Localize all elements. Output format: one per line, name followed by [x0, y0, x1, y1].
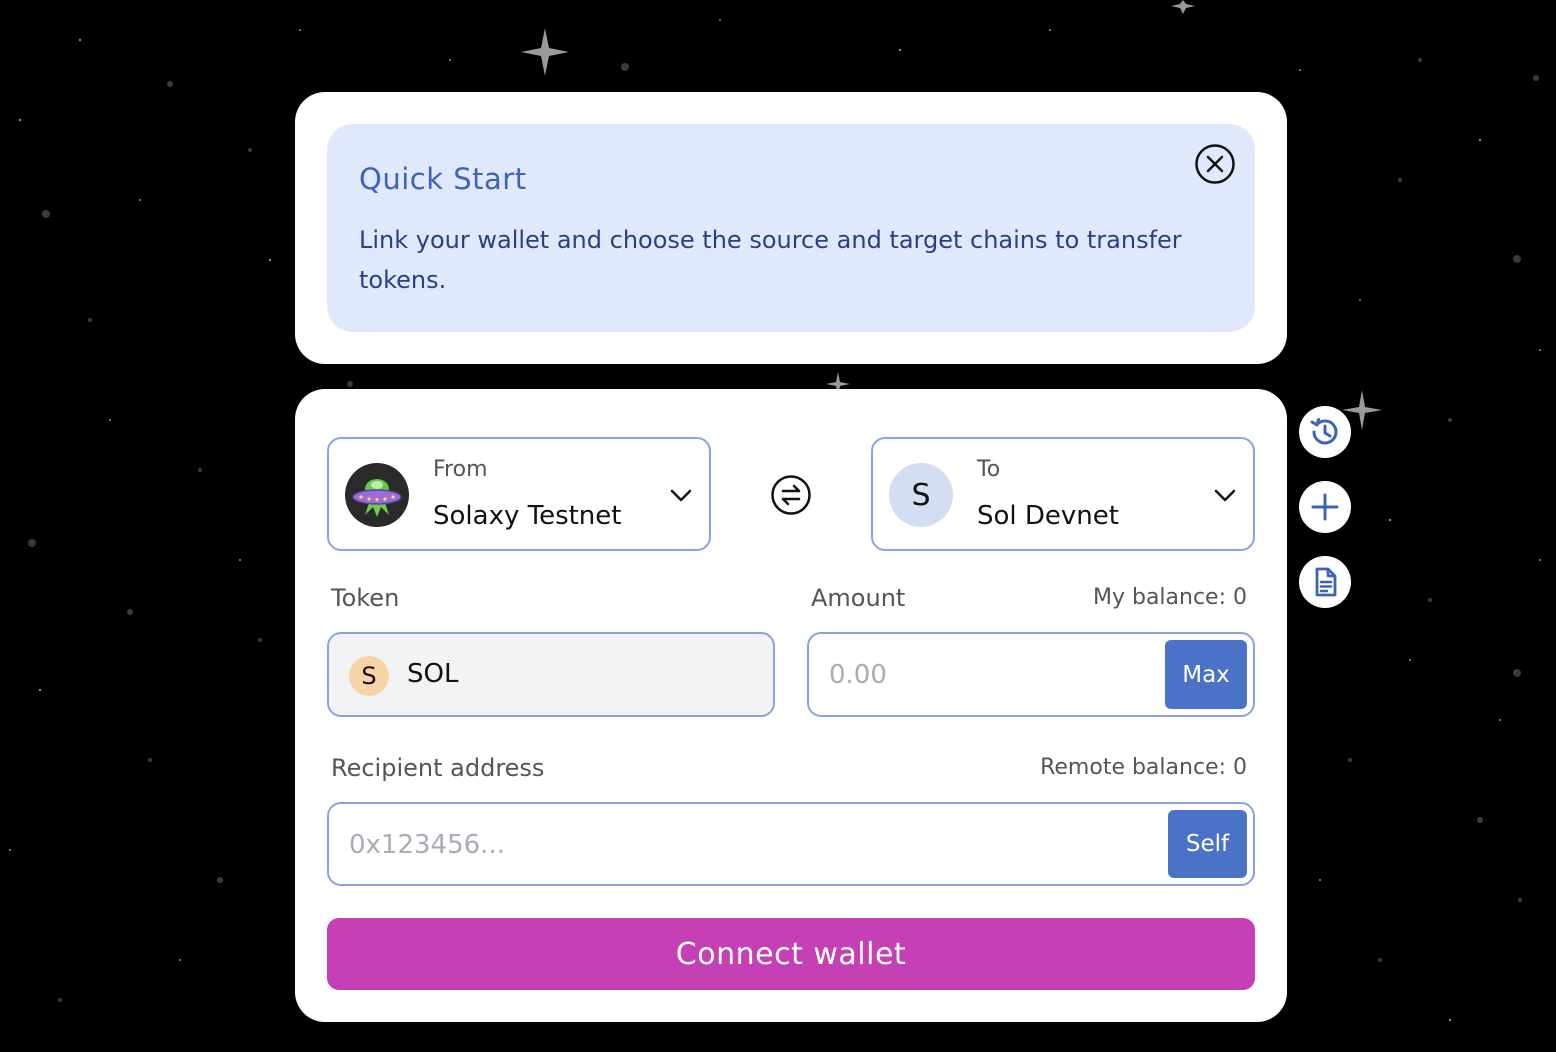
token-label: Token — [331, 584, 400, 612]
to-chain-icon: S — [889, 463, 953, 527]
connect-wallet-button[interactable]: Connect wallet — [327, 918, 1255, 990]
chevron-down-icon — [1213, 483, 1237, 507]
from-chain-select[interactable]: From Solaxy Testnet — [327, 437, 711, 551]
quick-start-banner: Quick Start Link your wallet and choose … — [327, 124, 1255, 332]
quick-start-text: Link your wallet and choose the source a… — [359, 226, 1182, 294]
my-balance-text: My balance: 0 — [1092, 585, 1247, 610]
recipient-input[interactable] — [349, 824, 1129, 866]
history-icon[interactable] — [1299, 406, 1351, 458]
quick-start-card: Quick Start Link your wallet and choose … — [295, 92, 1287, 364]
recipient-field: Self — [327, 802, 1255, 886]
token-symbol: SOL — [407, 659, 459, 689]
swap-chains-icon[interactable] — [770, 474, 812, 516]
to-chain-name: Sol Devnet — [977, 501, 1119, 531]
recipient-label: Recipient address — [331, 754, 545, 782]
amount-field: Max — [807, 632, 1255, 717]
self-button[interactable]: Self — [1168, 810, 1247, 878]
remote-balance-text: Remote balance: 0 — [1040, 755, 1247, 780]
document-icon[interactable] — [1299, 556, 1351, 608]
token-icon: S — [349, 656, 389, 696]
close-icon[interactable] — [1194, 143, 1236, 185]
to-label: To — [977, 457, 1001, 482]
to-chain-select[interactable]: S To Sol Devnet — [871, 437, 1255, 551]
plus-icon[interactable] — [1299, 481, 1351, 533]
from-label: From — [433, 457, 488, 482]
quick-start-title: Quick Start — [359, 162, 527, 196]
chevron-down-icon — [669, 483, 693, 507]
token-field[interactable]: S SOL — [327, 632, 775, 717]
transfer-card: From Solaxy Testnet S To Sol Devnet Toke… — [295, 389, 1287, 1022]
max-button[interactable]: Max — [1165, 640, 1247, 709]
from-chain-name: Solaxy Testnet — [433, 501, 622, 531]
amount-input[interactable] — [829, 654, 1149, 696]
amount-label: Amount — [811, 584, 906, 612]
ufo-logo-icon — [345, 463, 409, 527]
